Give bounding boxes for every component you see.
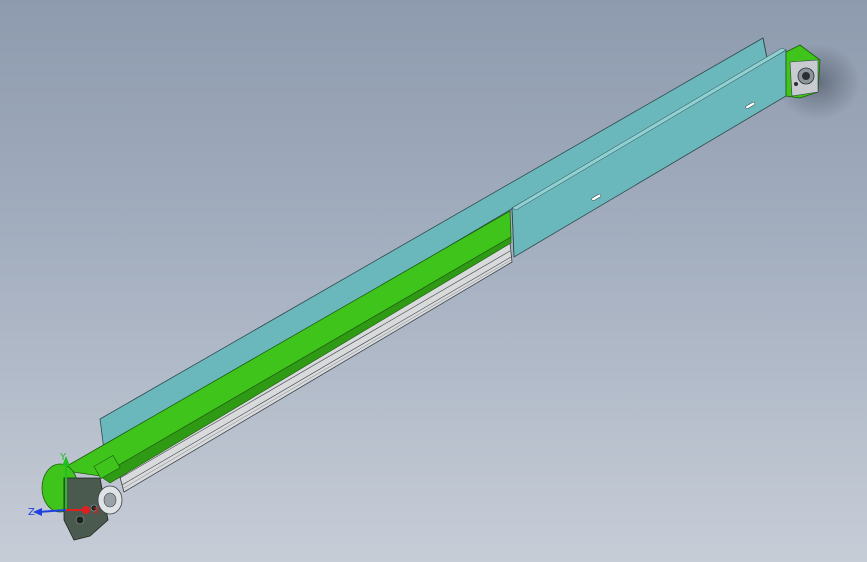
x-axis-label: X (93, 506, 100, 517)
z-axis-label: Z (28, 507, 35, 518)
far-end-bolt (794, 82, 798, 86)
profile-groove-1 (119, 250, 511, 479)
conveyor-belt[interactable] (58, 210, 512, 477)
conveyor-model-view[interactable]: Y Z X (0, 0, 867, 562)
x-axis-endpoint (82, 506, 90, 514)
drive-motor-hub (103, 492, 117, 508)
belt-edge (99, 236, 512, 484)
cad-model-viewport[interactable]: Y Z X (0, 0, 867, 562)
front-plate-ledge (511, 47, 787, 211)
front-side-plate[interactable] (511, 49, 787, 258)
far-end-shaft (802, 72, 810, 80)
drive-bolt-1 (75, 515, 85, 525)
profile-groove-2 (121, 256, 512, 486)
y-axis-label: Y (59, 452, 67, 463)
back-side-plate[interactable] (99, 37, 768, 451)
aluminum-profile[interactable] (117, 242, 513, 493)
